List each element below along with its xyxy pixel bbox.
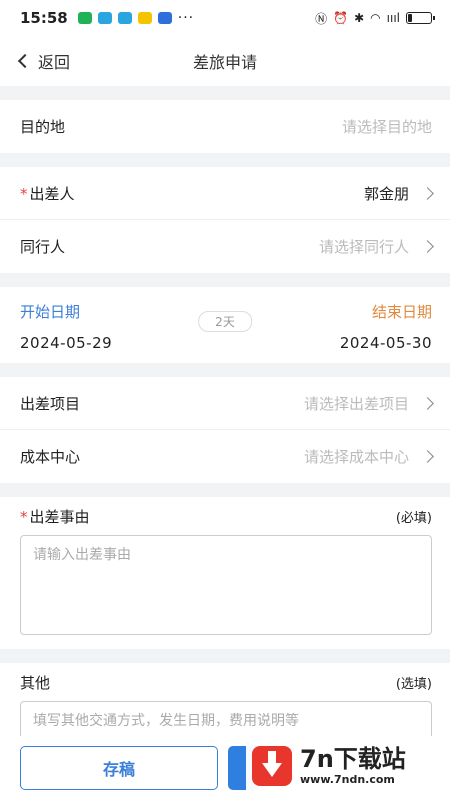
battery-level bbox=[408, 14, 412, 22]
wifi-icon: ◠ bbox=[370, 11, 381, 25]
status-bar: 15:58 ··· Ⓝ ⏰ ✱ ◠ ıııl bbox=[0, 0, 450, 36]
reason-card: * 出差事由 (必填) 请输入出差事由 bbox=[0, 497, 450, 649]
divider bbox=[0, 153, 450, 167]
app-icon-3 bbox=[117, 12, 132, 24]
chevron-right-icon bbox=[421, 396, 434, 410]
alarm-icon: ⏰ bbox=[333, 11, 349, 25]
destination-row[interactable]: 目的地 请选择目的地 bbox=[0, 100, 450, 153]
divider bbox=[0, 483, 450, 497]
other-header: 其他 (选填) bbox=[20, 671, 432, 693]
traveler-row[interactable]: * 出差人 郭金朋 bbox=[0, 167, 450, 220]
nfc-icon: Ⓝ bbox=[315, 11, 328, 26]
project-row[interactable]: 出差项目 请选择出差项目 bbox=[0, 377, 450, 430]
download-logo-icon bbox=[252, 746, 292, 786]
project-value-group: 请选择出差项目 bbox=[303, 393, 434, 414]
more-notifications-icon: ··· bbox=[177, 10, 195, 26]
watermark-name: 7n下载站 bbox=[300, 745, 406, 774]
cost-center-label: 成本中心 bbox=[20, 448, 81, 466]
status-time: 15:58 bbox=[20, 9, 68, 27]
reason-label: * 出差事由 bbox=[20, 506, 90, 527]
app-icon-5 bbox=[157, 12, 172, 24]
app-icon-1 bbox=[77, 12, 92, 24]
cost-center-placeholder: 请选择成本中心 bbox=[303, 448, 409, 466]
divider bbox=[0, 86, 450, 100]
back-label: 返回 bbox=[38, 53, 71, 72]
back-button[interactable]: 返回 bbox=[0, 49, 70, 73]
project-label: 出差项目 bbox=[20, 394, 81, 413]
companion-row[interactable]: 同行人 请选择同行人 bbox=[0, 220, 450, 273]
chevron-right-icon bbox=[421, 450, 434, 463]
chevron-right-icon bbox=[421, 186, 434, 200]
required-mark: * bbox=[20, 184, 28, 203]
companion-label: 同行人 bbox=[20, 238, 66, 256]
app-icon-4 bbox=[137, 12, 152, 24]
end-date-value[interactable]: 2024-05-30 bbox=[340, 334, 432, 352]
destination-placeholder: 请选择目的地 bbox=[341, 118, 432, 136]
bluetooth-icon: ✱ bbox=[354, 11, 365, 25]
companion-placeholder: 请选择同行人 bbox=[318, 238, 409, 256]
divider bbox=[0, 363, 450, 377]
traveler-label: * 出差人 bbox=[20, 183, 75, 204]
chevron-right-icon bbox=[421, 240, 434, 253]
reason-label-text: 出差事由 bbox=[29, 507, 90, 526]
required-mark: * bbox=[20, 507, 28, 526]
duration-badge: 2天 bbox=[198, 311, 252, 332]
status-bar-left: 15:58 ··· bbox=[20, 9, 194, 27]
end-date-label: 结束日期 bbox=[371, 303, 432, 321]
save-draft-button[interactable]: 存稿 bbox=[20, 746, 218, 790]
reason-hint: (必填) bbox=[395, 510, 432, 526]
signal-icon: ıııl bbox=[386, 11, 400, 25]
destination-label: 目的地 bbox=[20, 118, 66, 136]
project-card: 出差项目 请选择出差项目 成本中心 请选择成本中心 bbox=[0, 377, 450, 483]
battery-icon bbox=[406, 12, 435, 24]
reason-placeholder: 请输入出差事由 bbox=[33, 547, 131, 563]
divider bbox=[0, 649, 450, 663]
start-date-value[interactable]: 2024-05-29 bbox=[20, 334, 112, 352]
traveler-value: 郭金朋 bbox=[363, 184, 409, 203]
other-hint: (选填) bbox=[395, 676, 432, 692]
date-range-card[interactable]: 开始日期 结束日期 2024-05-29 2024-05-30 2天 bbox=[0, 287, 450, 363]
reason-header: * 出差事由 (必填) bbox=[20, 505, 432, 527]
watermark-url: www.7ndn.com bbox=[300, 772, 395, 786]
reason-textarea[interactable]: 请输入出差事由 bbox=[20, 535, 432, 635]
chevron-left-icon bbox=[17, 53, 33, 69]
watermark: 7n下载站 www.7ndn.com bbox=[246, 738, 442, 794]
project-placeholder: 请选择出差项目 bbox=[303, 394, 409, 413]
people-card: * 出差人 郭金朋 同行人 请选择同行人 bbox=[0, 167, 450, 273]
traveler-label-text: 出差人 bbox=[29, 184, 75, 203]
navbar: 返回 差旅申请 bbox=[0, 36, 450, 86]
other-placeholder: 填写其他交通方式，发生日期，费用说明等 bbox=[33, 713, 299, 729]
cost-center-row[interactable]: 成本中心 请选择成本中心 bbox=[0, 430, 450, 483]
app-icon-2 bbox=[97, 12, 112, 24]
traveler-value-group: 郭金朋 bbox=[363, 183, 434, 204]
other-textarea[interactable]: 填写其他交通方式，发生日期，费用说明等 bbox=[20, 701, 432, 741]
download-arrow-icon bbox=[262, 751, 282, 777]
status-bar-right: Ⓝ ⏰ ✱ ◠ ıııl bbox=[315, 10, 435, 27]
date-values: 2024-05-29 2024-05-30 bbox=[20, 334, 432, 352]
divider bbox=[0, 273, 450, 287]
companion-value-group: 请选择同行人 bbox=[318, 236, 434, 257]
start-date-label: 开始日期 bbox=[20, 303, 81, 321]
destination-card: 目的地 请选择目的地 bbox=[0, 100, 450, 153]
other-label: 其他 bbox=[20, 673, 51, 692]
watermark-text: 7n下载站 www.7ndn.com bbox=[300, 745, 406, 786]
cost-center-value-group: 请选择成本中心 bbox=[303, 446, 434, 467]
